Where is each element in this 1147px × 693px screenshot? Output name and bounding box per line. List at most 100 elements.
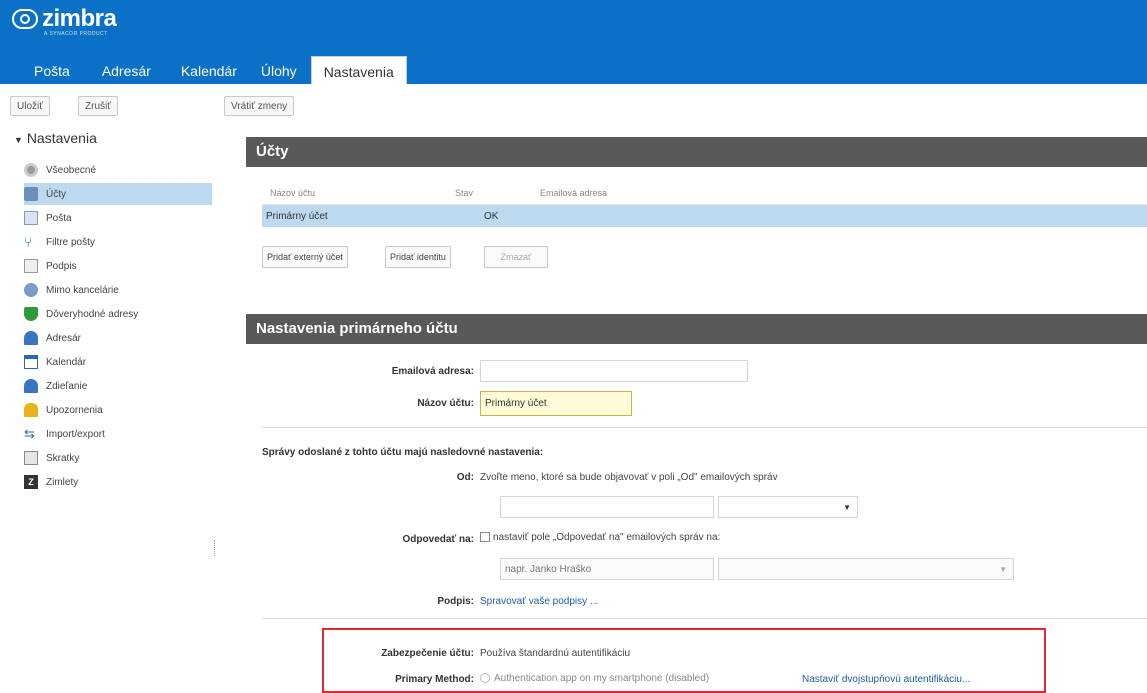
from-name-input[interactable] <box>500 496 714 518</box>
signature-icon <box>24 259 38 273</box>
bell-icon <box>24 403 38 417</box>
filter-icon: ⑂ <box>24 234 33 250</box>
sidebar-item-label: Pošta <box>46 212 72 224</box>
primary-method-option[interactable]: Authentication app on my smartphone (dis… <box>480 673 709 684</box>
zimbra-logo-icon <box>12 9 38 29</box>
reply-to-label: Odpovedať na: <box>402 534 474 545</box>
primary-method-radio[interactable] <box>480 673 490 684</box>
sidebar-item-general[interactable]: Všeobecné <box>24 159 212 181</box>
save-button[interactable]: Uložiť <box>10 96 50 116</box>
sidebar-item-label: Podpis <box>46 260 77 272</box>
row-account-name: Primárny účet <box>266 210 328 222</box>
sidebar-item-label: Upozornenia <box>46 404 103 416</box>
tab-mail[interactable]: Pošta <box>0 56 88 84</box>
chevron-down-icon: ▼ <box>843 503 851 512</box>
app-tabs: Pošta Adresár Kalendár Úlohy Nastavenia <box>0 56 407 85</box>
zimlet-icon: Z <box>24 475 38 489</box>
accounts-table-header: Názov účtu Stav Emailová adresa <box>262 182 1147 205</box>
reply-to-checkbox[interactable] <box>480 532 490 543</box>
account-security-value: Používa štandardnú autentifikáciu <box>480 648 631 659</box>
tab-contacts[interactable]: Adresár <box>88 56 181 84</box>
column-email[interactable]: Emailová adresa <box>540 188 607 198</box>
contacts-icon <box>24 331 38 345</box>
primary-method-label: Primary Method: <box>395 674 474 685</box>
sidebar-item-label: Zdieľanie <box>46 380 88 392</box>
delete-button[interactable]: Zmazať <box>484 246 548 268</box>
top-bar <box>0 0 1147 60</box>
sidebar-item-label: Zimlety <box>46 476 79 488</box>
collapse-arrow-icon[interactable]: ▼ <box>14 135 23 145</box>
primary-section-title: Nastavenia primárneho účtu <box>246 314 1147 344</box>
sidebar-item-signature[interactable]: Podpis <box>24 255 212 277</box>
reply-to-name-input[interactable] <box>500 558 714 580</box>
sidebar-item-label: Kalendár <box>46 356 87 368</box>
sidebar-item-trusted[interactable]: Dôveryhodné adresy <box>24 303 212 325</box>
sidebar-item-label: Dôveryhodné adresy <box>46 308 139 320</box>
account-name-label: Názov účtu: <box>417 398 474 409</box>
from-address-select[interactable]: ▼ <box>718 496 858 518</box>
sidebar-item-label: Mimo kancelárie <box>46 284 119 296</box>
sidebar-title-label: Nastavenia <box>26 130 97 146</box>
calendar-icon <box>24 355 38 369</box>
column-status[interactable]: Stav <box>455 188 540 198</box>
toolbar <box>0 84 1147 124</box>
sidebar-item-accounts[interactable]: Účty <box>24 183 212 205</box>
sidebar-item-zimlets[interactable]: Z Zimlety <box>24 471 212 493</box>
column-account-name[interactable]: Názov účtu <box>262 188 455 198</box>
sidebar-resize-handle[interactable] <box>214 540 217 556</box>
chevron-down-icon: ▼ <box>999 565 1007 574</box>
account-security-label: Zabezpečenie účtu: <box>381 648 474 659</box>
out-of-office-icon <box>24 283 38 297</box>
tab-calendar[interactable]: Kalendár <box>181 56 261 84</box>
accounts-section-title: Účty <box>246 137 1147 167</box>
sidebar-item-label: Skratky <box>46 452 80 464</box>
sidebar-item-calendar[interactable]: Kalendár <box>24 351 212 373</box>
row-status: OK <box>484 210 499 222</box>
sidebar-item-import-export[interactable]: ⇆ Import/export <box>24 423 212 445</box>
sidebar-item-filters[interactable]: ⑂ Filtre pošty <box>24 231 212 253</box>
sidebar-item-notifications[interactable]: Upozornenia <box>24 399 212 421</box>
shield-icon <box>24 307 38 321</box>
sidebar-title[interactable]: ▼ Nastavenia <box>14 130 97 146</box>
sharing-icon <box>24 379 38 393</box>
logo-text: zimbra <box>42 5 117 32</box>
revert-button[interactable]: Vrátiť zmeny <box>224 96 295 116</box>
divider <box>262 618 1147 619</box>
mail-icon <box>24 211 38 225</box>
add-identity-button[interactable]: Pridať identitu <box>385 246 451 268</box>
from-label: Od: <box>456 472 474 483</box>
manage-signatures-link[interactable]: Spravovať vaše podpisy ... <box>480 596 598 607</box>
sidebar-item-contacts[interactable]: Adresár <box>24 327 212 349</box>
sidebar-item-mail[interactable]: Pošta <box>24 207 212 229</box>
logo-subtitle: A SYNACOR PRODUCT <box>44 31 108 37</box>
account-name-field[interactable] <box>480 391 632 416</box>
reply-to-option[interactable]: nastaviť pole „Odpovedať na" emailových … <box>480 532 720 543</box>
reply-to-description: nastaviť pole „Odpovedať na" emailových … <box>493 532 721 543</box>
sidebar-item-label: Adresár <box>46 332 82 344</box>
reply-to-address-select[interactable]: ▼ <box>718 558 1014 580</box>
sidebar-item-label: Účty <box>46 188 66 200</box>
sidebar-item-label: Import/export <box>46 428 105 440</box>
gear-icon <box>24 163 38 177</box>
sidebar-item-shortcuts[interactable]: Skratky <box>24 447 212 469</box>
sent-settings-heading: Správy odoslané z tohto účtu majú nasled… <box>262 447 544 458</box>
add-external-account-button[interactable]: Pridať externý účet <box>262 246 348 268</box>
sidebar-item-label: Všeobecné <box>46 164 97 176</box>
setup-two-factor-link[interactable]: Nastaviť dvojstupňovú autentifikáciu... <box>802 674 970 685</box>
table-row[interactable]: Primárny účet OK <box>262 205 1147 227</box>
from-description: Zvoľte meno, ktoré sa bude objavovať v p… <box>480 472 778 483</box>
tab-settings[interactable]: Nastavenia <box>310 56 407 85</box>
import-export-icon: ⇆ <box>24 426 35 441</box>
cancel-button[interactable]: Zrušiť <box>78 96 118 116</box>
tab-tasks[interactable]: Úlohy <box>261 56 311 84</box>
divider <box>262 427 1147 428</box>
sidebar-item-sharing[interactable]: Zdieľanie <box>24 375 212 397</box>
sidebar-item-out-of-office[interactable]: Mimo kancelárie <box>24 279 212 301</box>
zimbra-logo[interactable]: zimbra <box>12 5 117 32</box>
sidebar-item-label: Filtre pošty <box>46 236 95 248</box>
accounts-icon <box>24 187 38 201</box>
keyboard-icon <box>24 451 38 465</box>
email-label: Emailová adresa: <box>391 366 474 377</box>
primary-method-value: Authentication app on my smartphone (dis… <box>494 673 710 684</box>
email-field[interactable] <box>480 360 748 382</box>
